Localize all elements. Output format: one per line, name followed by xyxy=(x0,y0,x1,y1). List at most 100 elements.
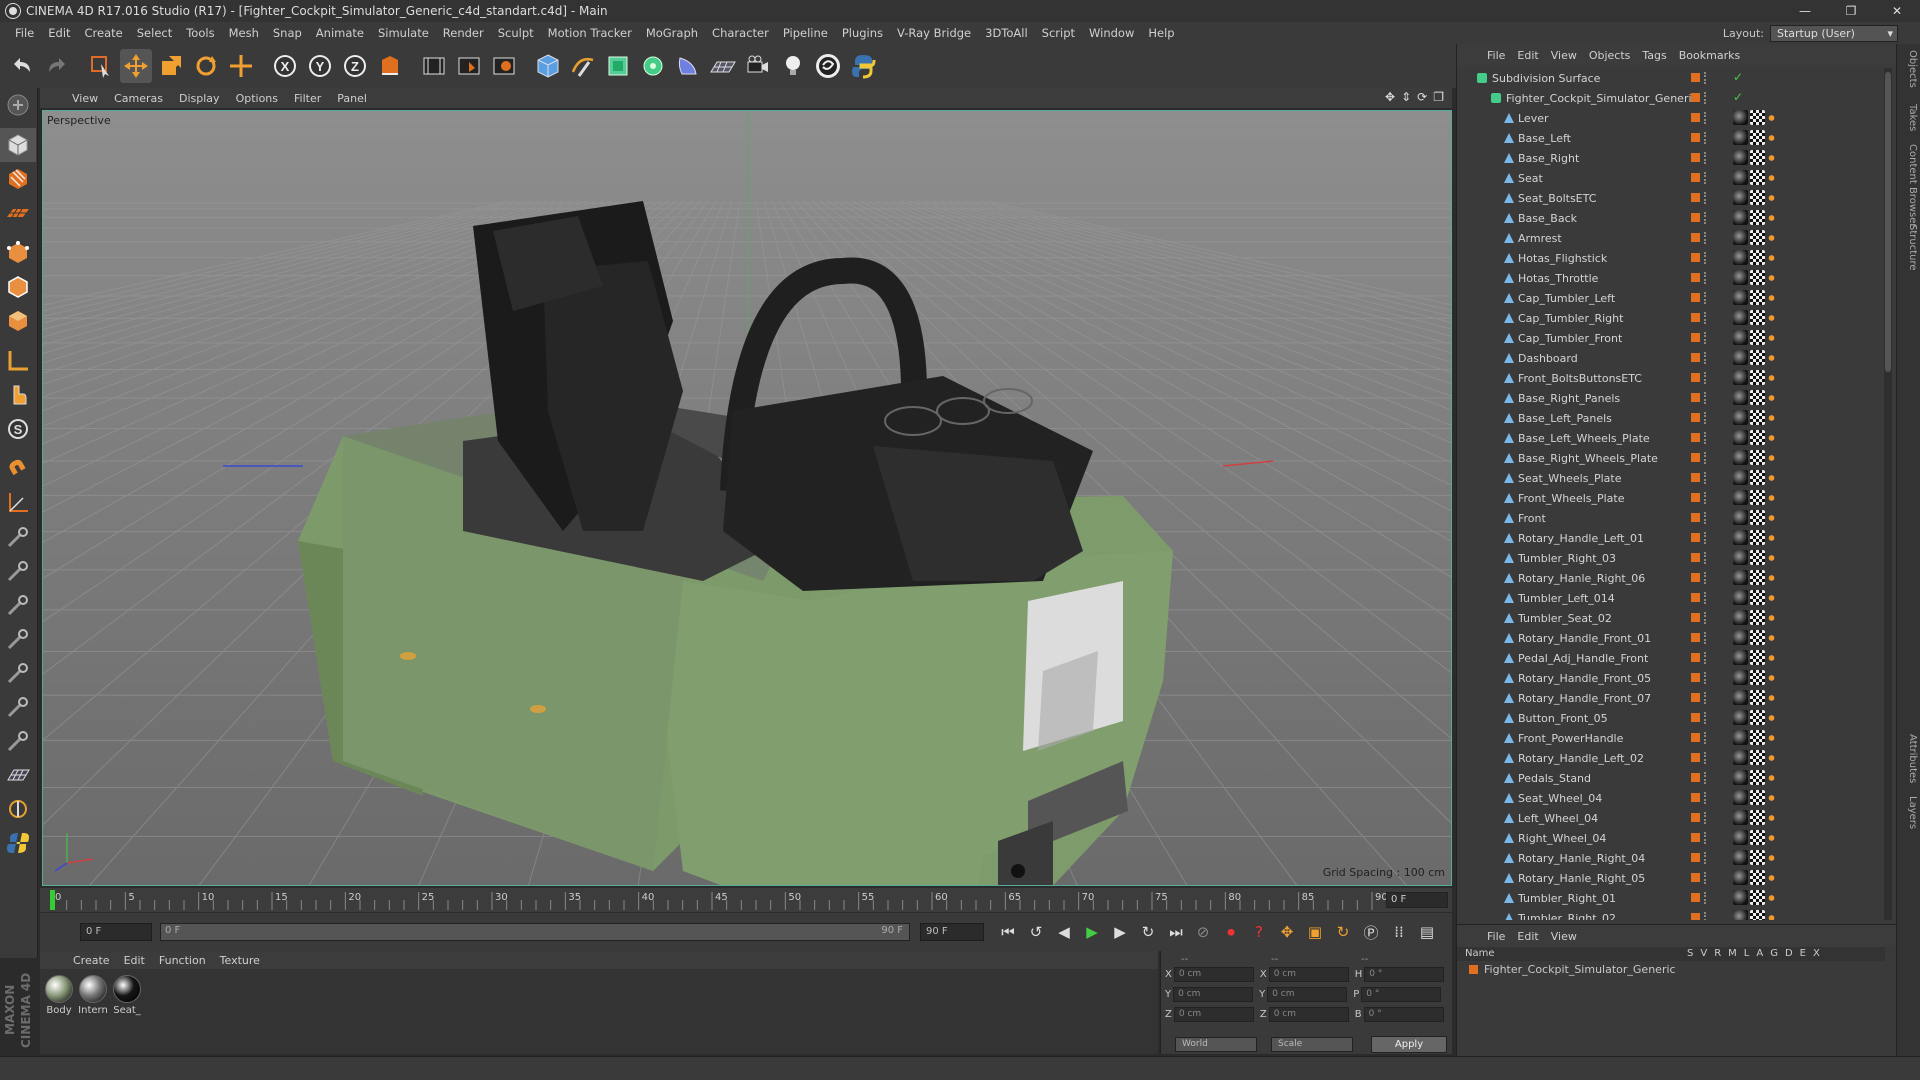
visibility-dots-icon[interactable] xyxy=(1704,252,1707,264)
visibility-dots-icon[interactable] xyxy=(1704,532,1707,544)
visibility-dots-icon[interactable] xyxy=(1704,812,1707,824)
texture-tag-icon[interactable] xyxy=(1733,850,1748,865)
position-y-field[interactable]: 0 cm xyxy=(1173,987,1254,1002)
visibility-dots-icon[interactable] xyxy=(1704,272,1707,284)
object-row[interactable]: Left_Wheel_04 xyxy=(1457,808,1887,828)
menu-script[interactable]: Script xyxy=(1035,26,1082,40)
texture-tag-icon[interactable] xyxy=(1733,810,1748,825)
material-swatch[interactable]: Intern xyxy=(78,975,108,1016)
visibility-dots-icon[interactable] xyxy=(1704,452,1707,464)
undo-button[interactable] xyxy=(6,49,38,83)
uvw-tag-icon[interactable] xyxy=(1750,170,1765,185)
texture-tag-icon[interactable] xyxy=(1733,630,1748,645)
object-row[interactable]: Seat_Wheel_04 xyxy=(1457,788,1887,808)
visibility-dots-icon[interactable] xyxy=(1704,652,1707,664)
visibility-dots-icon[interactable] xyxy=(1704,852,1707,864)
uvw-tag-icon[interactable] xyxy=(1750,490,1765,505)
viewport-rotate-icon[interactable]: ⟳ xyxy=(1417,90,1427,104)
menu-tools[interactable]: Tools xyxy=(179,26,221,40)
texture-tag-icon[interactable] xyxy=(1733,250,1748,265)
visibility-dots-icon[interactable] xyxy=(1704,72,1707,84)
uvw-tag-icon[interactable] xyxy=(1750,790,1765,805)
next-key-icon[interactable]: ↻ xyxy=(1135,919,1161,945)
visibility-dots-icon[interactable] xyxy=(1704,212,1707,224)
texture-tag-icon[interactable] xyxy=(1733,190,1748,205)
uvw-tag-icon[interactable] xyxy=(1750,890,1765,905)
phong-tag-icon[interactable] xyxy=(1767,572,1776,584)
texture-tag-icon[interactable] xyxy=(1733,790,1748,805)
size-y-field[interactable]: 0 cm xyxy=(1267,987,1348,1002)
light-icon[interactable] xyxy=(777,49,809,83)
cube-primitive-icon[interactable] xyxy=(532,49,564,83)
record-keys-icon[interactable]: ⊘ xyxy=(1190,919,1216,945)
make-editable-icon[interactable] xyxy=(0,88,36,122)
object-row[interactable]: Armrest xyxy=(1457,228,1887,248)
object-menu-bookmarks[interactable]: Bookmarks xyxy=(1673,49,1746,62)
material-menu-edit[interactable]: Edit xyxy=(117,954,152,967)
move-tool-icon[interactable] xyxy=(120,49,152,83)
object-row[interactable]: Rotary_Handle_Front_07 xyxy=(1457,688,1887,708)
object-row[interactable]: Hotas_Throttle xyxy=(1457,268,1887,288)
phong-tag-icon[interactable] xyxy=(1767,432,1776,444)
uvw-tag-icon[interactable] xyxy=(1750,870,1765,885)
uvw-tag-icon[interactable] xyxy=(1750,610,1765,625)
end-frame-field[interactable]: 90 F xyxy=(920,923,984,941)
layer-row[interactable]: Fighter_Cockpit_Simulator_Generic xyxy=(1469,963,1676,976)
tab-layers[interactable]: Layers xyxy=(1900,796,1918,829)
uvw-tag-icon[interactable] xyxy=(1750,270,1765,285)
live-selection-icon[interactable] xyxy=(85,49,117,83)
visibility-dots-icon[interactable] xyxy=(1704,912,1707,920)
viewport-menu-view[interactable]: View xyxy=(66,92,104,105)
object-row[interactable]: Cap_Tumbler_Right xyxy=(1457,308,1887,328)
menu-motion-tracker[interactable]: Motion Tracker xyxy=(541,26,639,40)
phong-tag-icon[interactable] xyxy=(1767,272,1776,284)
step-back-icon[interactable]: ◀ xyxy=(1051,919,1077,945)
uvw-tag-icon[interactable] xyxy=(1750,370,1765,385)
phong-tag-icon[interactable] xyxy=(1767,352,1776,364)
visibility-dots-icon[interactable] xyxy=(1704,312,1707,324)
object-menu-view[interactable]: View xyxy=(1545,49,1583,62)
menu-help[interactable]: Help xyxy=(1141,26,1181,40)
go-to-start-icon[interactable]: ⏮ xyxy=(995,919,1021,945)
visibility-dots-icon[interactable] xyxy=(1704,612,1707,624)
texture-tag-icon[interactable] xyxy=(1733,670,1748,685)
timeline-window-icon[interactable]: ▤ xyxy=(1414,919,1440,945)
tab-attributes[interactable]: Attributes xyxy=(1900,734,1918,783)
visibility-dots-icon[interactable] xyxy=(1704,512,1707,524)
phong-tag-icon[interactable] xyxy=(1767,872,1776,884)
object-menu-file[interactable]: File xyxy=(1481,49,1511,62)
rotation-p-field[interactable]: 0 ° xyxy=(1361,987,1442,1002)
visibility-dots-icon[interactable] xyxy=(1704,412,1707,424)
subdivision-surface-icon[interactable] xyxy=(602,49,634,83)
sculpt-tool-icon[interactable] xyxy=(0,792,36,826)
phong-tag-icon[interactable] xyxy=(1767,192,1776,204)
visibility-dots-icon[interactable] xyxy=(1704,732,1707,744)
object-row[interactable]: Rotary_Hanle_Right_05 xyxy=(1457,868,1887,888)
visibility-dots-icon[interactable] xyxy=(1704,592,1707,604)
object-row[interactable]: Front_PowerHandle xyxy=(1457,728,1887,748)
object-row[interactable]: Pedal_Adj_Handle_Front xyxy=(1457,648,1887,668)
phong-tag-icon[interactable] xyxy=(1767,732,1776,744)
visibility-dots-icon[interactable] xyxy=(1704,632,1707,644)
object-row[interactable]: Tumbler_Right_01 xyxy=(1457,888,1887,908)
rotation-h-field[interactable]: 0 ° xyxy=(1364,967,1445,982)
texture-tag-icon[interactable] xyxy=(1733,330,1748,345)
texture-tag-icon[interactable] xyxy=(1733,350,1748,365)
texture-tag-icon[interactable] xyxy=(1733,110,1748,125)
magnet-icon[interactable] xyxy=(0,452,36,486)
menu-plugins[interactable]: Plugins xyxy=(835,26,890,40)
vray-icon[interactable] xyxy=(812,49,844,83)
step-forward-icon[interactable]: ▶ xyxy=(1107,919,1133,945)
visibility-dots-icon[interactable] xyxy=(1704,432,1707,444)
uvw-tag-icon[interactable] xyxy=(1750,230,1765,245)
phong-tag-icon[interactable] xyxy=(1767,492,1776,504)
layer-menu-edit[interactable]: Edit xyxy=(1511,930,1544,943)
material-menu-create[interactable]: Create xyxy=(66,954,117,967)
object-row[interactable]: Right_Wheel_04 xyxy=(1457,828,1887,848)
uvw-tag-icon[interactable] xyxy=(1750,550,1765,565)
phong-tag-icon[interactable] xyxy=(1767,612,1776,624)
menu-v-ray-bridge[interactable]: V-Ray Bridge xyxy=(890,26,978,40)
object-row-root[interactable]: Fighter_Cockpit_Simulator_Generic ✓ xyxy=(1457,88,1887,108)
uvw-tag-icon[interactable] xyxy=(1750,750,1765,765)
visibility-dots-icon[interactable] xyxy=(1704,232,1707,244)
